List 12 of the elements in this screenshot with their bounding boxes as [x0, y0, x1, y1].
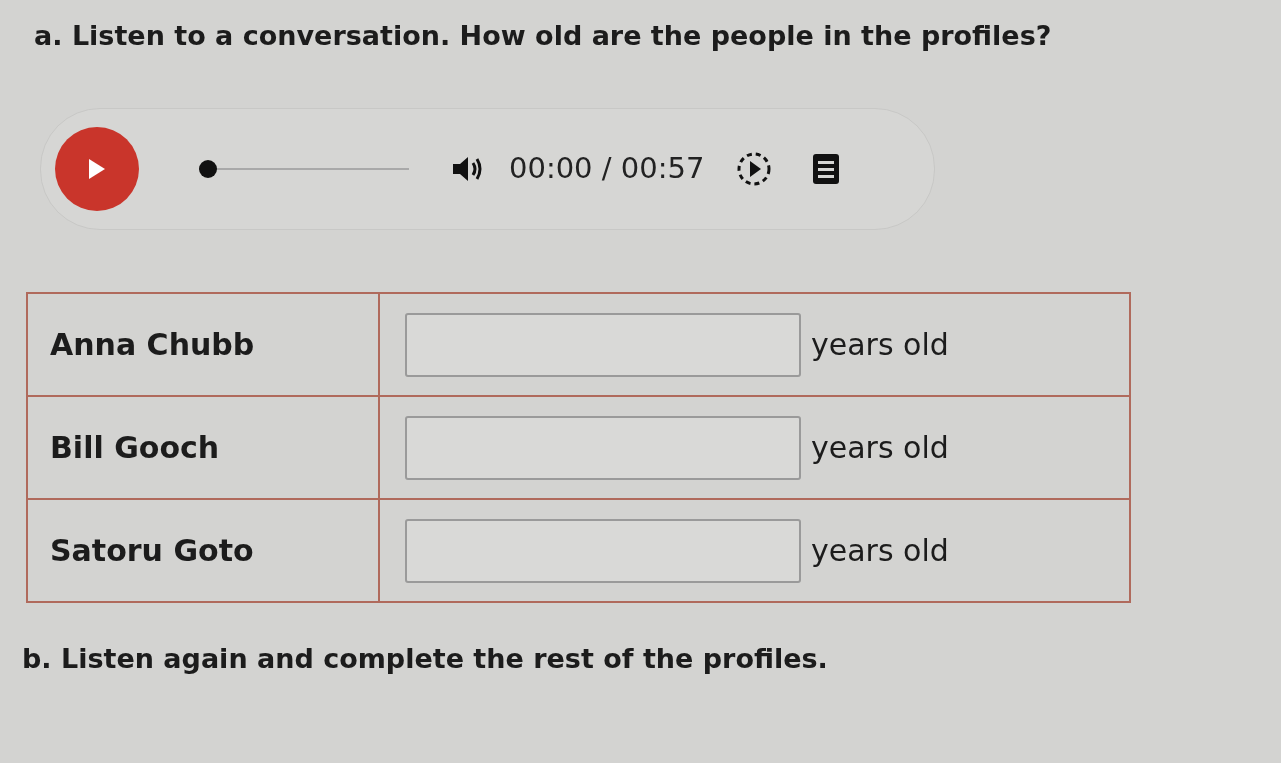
- play-icon: [87, 157, 107, 182]
- heading: b. Listen again and complete the rest of the profiles.: [22, 642, 829, 677]
- unit-label: years old: [811, 326, 949, 365]
- name-cell: Bill Gooch: [27, 396, 379, 500]
- unit-label: years old: [811, 429, 949, 468]
- time-display: 00:00 / 00:57: [509, 150, 705, 188]
- transcript-icon[interactable]: [812, 153, 841, 186]
- heading: a. Listen to a conversation. How old are the people in the profiles?: [34, 19, 1053, 53]
- progress-thumb[interactable]: [199, 160, 217, 179]
- unit-label: years old: [811, 532, 949, 571]
- name-cell: Satoru Goto: [27, 499, 379, 603]
- name-cell: Anna Chubb: [27, 293, 379, 397]
